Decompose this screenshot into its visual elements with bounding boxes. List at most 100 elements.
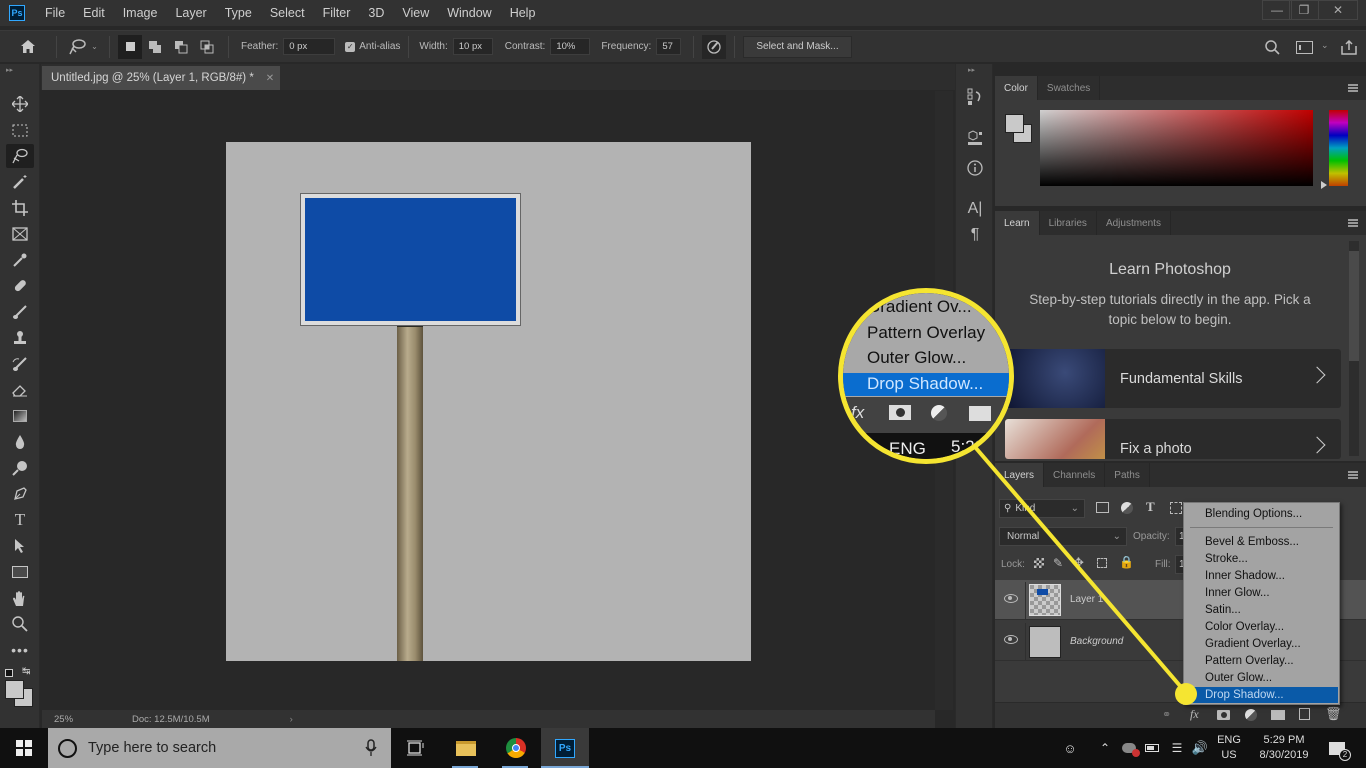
menu-item-inner-glow[interactable]: Inner Glow... [1185,585,1338,601]
onedrive-error-icon[interactable] [1120,728,1140,768]
layer-name[interactable]: Background [1070,636,1123,647]
close-window-button[interactable]: ✕ [1318,0,1358,20]
pixel-filter-icon[interactable] [1096,502,1109,513]
color-fg-swatch[interactable] [1005,114,1024,133]
learn-scrollbar[interactable] [1349,241,1359,456]
menu-item-blending-options[interactable]: Blending Options... [1185,506,1338,522]
panel-menu-icon[interactable] [1348,84,1358,92]
feather-input[interactable]: 0 px [283,38,336,55]
menu-item-drop-shadow[interactable]: Drop Shadow... [1185,687,1338,703]
type-tool[interactable]: T [6,508,34,532]
menu-layer[interactable]: Layer [175,6,206,20]
menu-item-inner-shadow[interactable]: Inner Shadow... [1185,568,1338,584]
dodge-tool[interactable] [6,456,34,480]
layer-name[interactable]: Layer 1 [1070,594,1103,605]
collapse-icon[interactable]: ▸▸ [6,66,13,74]
lock-all-icon[interactable]: 🔒 [1119,555,1134,569]
contrast-input[interactable]: 10% [550,38,591,55]
path-selection-tool[interactable] [6,534,34,558]
tab-layers[interactable]: Layers [995,463,1045,487]
type-filter-icon[interactable]: T [1146,499,1155,515]
document-tab[interactable]: Untitled.jpg @ 25% (Layer 1, RGB/8#) * ✕ [42,66,280,90]
lock-position-icon[interactable]: ✥ [1073,555,1084,571]
shape-filter-icon[interactable] [1170,502,1182,514]
rectangle-tool[interactable] [6,560,34,584]
tab-learn[interactable]: Learn [995,211,1040,235]
volume-icon[interactable]: 🔊 [1190,728,1210,768]
add-mask-icon[interactable] [1217,710,1230,720]
people-icon[interactable]: ☺ [1060,728,1080,768]
battery-icon[interactable] [1143,728,1161,768]
lock-artboard-icon[interactable] [1097,558,1107,568]
share-button[interactable] [1338,36,1360,58]
learn-card-fix-a-photo[interactable]: Fix a photo [1005,419,1341,459]
menu-select[interactable]: Select [270,6,305,20]
tool-preset-picker[interactable]: ⌄ [65,35,101,59]
menu-item-color-overlay[interactable]: Color Overlay... [1185,619,1338,635]
tab-color[interactable]: Color [995,76,1038,100]
delete-layer-icon[interactable]: 🗑 [1325,706,1342,722]
menu-window[interactable]: Window [447,6,491,20]
menu-3d[interactable]: 3D [368,6,384,20]
visibility-eye-icon[interactable] [1004,635,1018,644]
zoom-level[interactable]: 25% [54,714,104,725]
menu-item-bevel-emboss[interactable]: Bevel & Emboss... [1185,534,1338,550]
pen-pressure-button[interactable] [702,34,727,59]
subtract-selection-button[interactable] [168,35,194,59]
move-tool[interactable] [6,92,34,116]
tab-channels[interactable]: Channels [1044,463,1106,487]
lock-transparent-icon[interactable] [1034,558,1044,568]
visibility-eye-icon[interactable] [1004,594,1018,603]
anti-alias-checkbox[interactable]: ✓ [345,41,356,52]
blend-mode-select[interactable]: Normal ⌄ [999,527,1127,546]
hue-slider[interactable] [1329,110,1348,186]
menu-view[interactable]: View [402,6,429,20]
width-input[interactable]: 10 px [452,38,493,55]
menu-filter[interactable]: Filter [323,6,351,20]
workspace-button[interactable] [1292,37,1316,57]
home-button[interactable] [8,32,48,62]
search-button[interactable] [1262,37,1282,57]
intersect-selection-button[interactable] [194,35,220,59]
input-language[interactable]: ENG US [1212,728,1246,768]
menu-file[interactable]: File [45,6,65,20]
close-tab-icon[interactable]: ✕ [266,73,274,84]
chrome-button[interactable] [492,728,540,768]
3d-panel-button[interactable] [964,127,986,149]
new-adjustment-layer-icon[interactable] [1245,709,1257,721]
history-brush-tool[interactable] [6,352,34,376]
menu-help[interactable]: Help [510,6,536,20]
tab-adjustments[interactable]: Adjustments [1097,211,1171,235]
microphone-icon[interactable] [365,739,377,757]
menu-item-pattern-overlay[interactable]: Pattern Overlay... [1185,653,1338,669]
blur-tool[interactable] [6,430,34,454]
workspace-chevron-icon[interactable]: ⌄ [1321,40,1329,51]
minimize-button[interactable]: — [1262,0,1292,20]
hue-slider-handle[interactable] [1321,181,1327,189]
menu-item-gradient-overlay[interactable]: Gradient Overlay... [1185,636,1338,652]
tab-paths[interactable]: Paths [1105,463,1150,487]
photoshop-taskbar-button[interactable]: Ps [541,728,589,768]
brush-tool[interactable] [6,300,34,324]
tab-libraries[interactable]: Libraries [1040,211,1097,235]
foreground-color-swatch[interactable] [5,680,24,699]
restore-button[interactable]: ❐ [1289,0,1319,20]
color-picker-field[interactable] [1040,110,1313,186]
clock[interactable]: 5:29 PM 8/30/2019 [1252,728,1316,768]
add-selection-button[interactable] [142,35,168,59]
fx-button[interactable]: fx [1190,707,1199,722]
layer-filter-select[interactable]: ⚲ Kind ⌄ [999,499,1085,518]
default-colors-icon[interactable] [5,669,13,677]
menu-item-outer-glow[interactable]: Outer Glow... [1185,670,1338,686]
history-panel-button[interactable] [964,86,986,108]
tab-swatches[interactable]: Swatches [1038,76,1101,100]
taskbar-search-box[interactable]: Type here to search [48,728,391,768]
quick-selection-tool[interactable] [6,170,34,194]
more-tools-button[interactable]: ••• [6,638,34,662]
status-menu-arrow-icon[interactable]: › [290,714,293,725]
clone-stamp-tool[interactable] [6,326,34,350]
show-hidden-icons-chevron[interactable]: ⌃ [1096,728,1114,768]
learn-card-fundamental-skills[interactable]: Fundamental Skills [1005,349,1341,408]
expand-icon[interactable]: ▸▸ [968,66,975,74]
frame-tool[interactable] [6,222,34,246]
